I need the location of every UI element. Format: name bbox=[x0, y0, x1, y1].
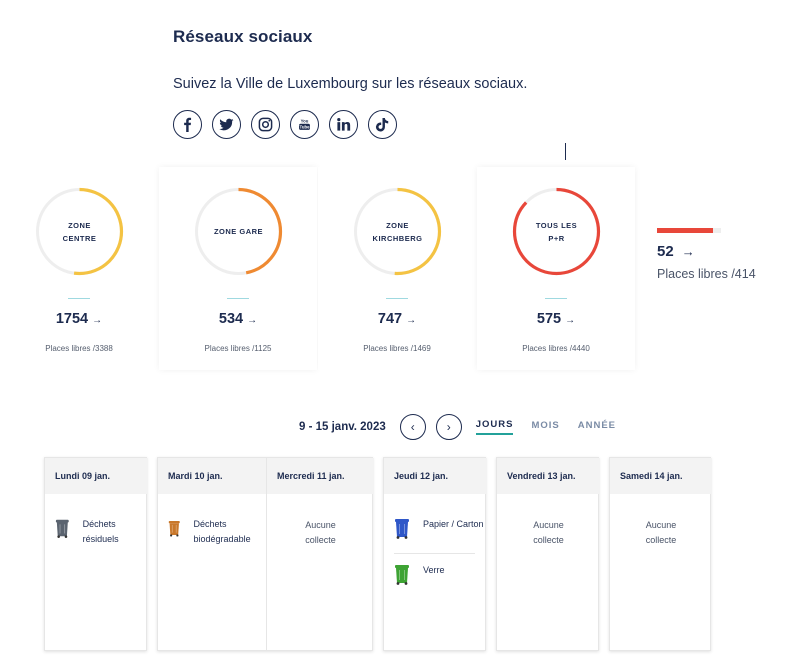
zone-capacity: Places libres /3388 bbox=[45, 344, 113, 353]
arrow-right-icon: → bbox=[247, 315, 258, 326]
divider bbox=[386, 298, 408, 299]
zone-count-value: 575 bbox=[536, 311, 562, 327]
day-header: Vendredi 13 jan. bbox=[497, 458, 600, 494]
zone-label: ZONE GARE bbox=[213, 227, 264, 236]
waste-bin-icon bbox=[168, 520, 180, 537]
tab-year[interactable]: ANNÉE bbox=[578, 420, 616, 434]
zone-count-value: 1754 bbox=[55, 311, 89, 327]
no-collection: Aucune collecte bbox=[645, 520, 677, 545]
zone-count-value: 747 bbox=[377, 311, 403, 327]
day-header: Lundi 09 jan. bbox=[45, 458, 148, 494]
arrow-right-icon: → bbox=[92, 315, 103, 326]
parking-zone-card[interactable]: ZONE CENTRE 1754 → Places libres /3388 bbox=[0, 167, 158, 370]
linkedin-icon[interactable] bbox=[329, 110, 358, 139]
chevron-left-icon: ‹ bbox=[410, 420, 415, 434]
no-collection: Aucune collecte bbox=[305, 520, 336, 545]
facebook-icon[interactable] bbox=[173, 110, 202, 139]
day-card: Mardi 10 jan. Déchets biodégradable Mercre… bbox=[157, 457, 374, 651]
pr-progress-fill bbox=[657, 228, 713, 233]
zone-free-count[interactable]: 1754 → bbox=[0, 311, 158, 327]
zone-label: ZONE KIRCHBERG bbox=[372, 220, 423, 243]
divider bbox=[394, 553, 475, 554]
collection-item: Déchets résiduels bbox=[55, 517, 148, 547]
parking-zone-card[interactable]: ZONE KIRCHBERG 747 → Places libres /1469 bbox=[318, 167, 476, 370]
day-header: Mercredi 11 jan. bbox=[267, 458, 374, 494]
collection-type: Verre bbox=[423, 565, 445, 575]
parking-zone-card[interactable]: ZONE GARE 534 → Places libres /1125 bbox=[159, 167, 317, 370]
day-column: Lundi 09 jan. Déchets résiduels bbox=[45, 458, 148, 650]
instagram-icon[interactable] bbox=[251, 110, 280, 139]
arrow-right-icon: → bbox=[565, 315, 576, 326]
collection-type: Déchets biodégradable bbox=[193, 519, 251, 544]
text-cursor bbox=[565, 143, 566, 160]
tiktok-icon[interactable] bbox=[368, 110, 397, 139]
collection-item: Papier / Carton bbox=[394, 517, 484, 539]
waste-bin-icon bbox=[395, 565, 409, 585]
pr-extra-link[interactable]: 52 → bbox=[657, 243, 695, 260]
waste-bin-icon bbox=[395, 519, 409, 539]
day-header: Mardi 10 jan. bbox=[158, 458, 266, 494]
collection-item: Déchets biodégradable bbox=[168, 517, 266, 547]
zone-capacity: Places libres /1469 bbox=[363, 344, 431, 353]
arrow-right-icon: → bbox=[681, 244, 695, 259]
zone-free-count[interactable]: 534 → bbox=[159, 311, 317, 327]
day-card: Vendredi 13 jan. Aucune collecte bbox=[496, 457, 600, 651]
zone-label: ZONE CENTRE bbox=[62, 220, 97, 243]
divider bbox=[68, 298, 90, 299]
no-collection: Aucune collecte bbox=[533, 520, 564, 545]
previous-week-button[interactable]: ‹ bbox=[399, 414, 426, 440]
zone-capacity: Places libres /4440 bbox=[522, 344, 590, 353]
arrow-right-icon: → bbox=[406, 315, 417, 326]
day-card: Samedi 14 jan. Aucune collecte bbox=[609, 457, 712, 651]
divider bbox=[545, 298, 567, 299]
social-icons: You Tube bbox=[173, 110, 397, 139]
day-card: Jeudi 12 jan. Papier / Carton Verre bbox=[383, 457, 487, 651]
next-week-button[interactable]: › bbox=[435, 414, 462, 440]
day-header: Samedi 14 jan. bbox=[610, 458, 712, 494]
svg-text:Tube: Tube bbox=[300, 125, 311, 130]
youtube-icon[interactable]: You Tube bbox=[290, 110, 319, 139]
parking-zone-card[interactable]: TOUS LES P+R 575 → Places libres /4440 bbox=[477, 167, 635, 370]
twitter-icon[interactable] bbox=[212, 110, 241, 139]
tab-months[interactable]: MOIS bbox=[531, 420, 559, 434]
collection-type: Papier / Carton bbox=[423, 519, 484, 529]
day-column: Mercredi 11 jan. Aucune collecte bbox=[266, 458, 374, 650]
social-title: Réseaux sociaux bbox=[173, 27, 313, 46]
day-column: Samedi 14 jan. Aucune collecte bbox=[610, 458, 712, 650]
pr-extra-count: 52 bbox=[657, 243, 674, 260]
collection-item: Verre bbox=[394, 563, 445, 585]
zone-capacity: Places libres /1125 bbox=[204, 344, 272, 353]
divider bbox=[227, 298, 249, 299]
zone-count-value: 534 bbox=[218, 311, 244, 327]
zone-label: TOUS LES P+R bbox=[535, 220, 578, 243]
zone-free-count[interactable]: 747 → bbox=[318, 311, 476, 327]
waste-bin-icon bbox=[55, 519, 69, 538]
day-card: Lundi 09 jan. Déchets résiduels bbox=[44, 457, 148, 651]
chevron-right-icon: › bbox=[446, 420, 451, 434]
pr-extra-capacity: Places libres /414 bbox=[657, 267, 756, 281]
tab-days[interactable]: JOURS bbox=[475, 419, 514, 435]
day-header: Jeudi 12 jan. bbox=[384, 458, 487, 494]
zone-free-count[interactable]: 575 → bbox=[477, 311, 635, 327]
day-column: Vendredi 13 jan. Aucune collecte bbox=[497, 458, 600, 650]
calendar-range: 9 - 15 janv. 2023 bbox=[299, 421, 386, 433]
social-description: Suivez la Ville de Luxembourg sur les ré… bbox=[173, 76, 528, 92]
day-column: Jeudi 12 jan. Papier / Carton Verre bbox=[384, 458, 487, 650]
day-column: Mardi 10 jan. Déchets biodégradable bbox=[158, 458, 266, 650]
collection-type: Déchets résiduels bbox=[82, 519, 119, 544]
calendar-toolbar: 9 - 15 janv. 2023 ‹ › JOURS MOIS ANNÉE bbox=[299, 414, 630, 440]
svg-text:You: You bbox=[301, 119, 309, 124]
